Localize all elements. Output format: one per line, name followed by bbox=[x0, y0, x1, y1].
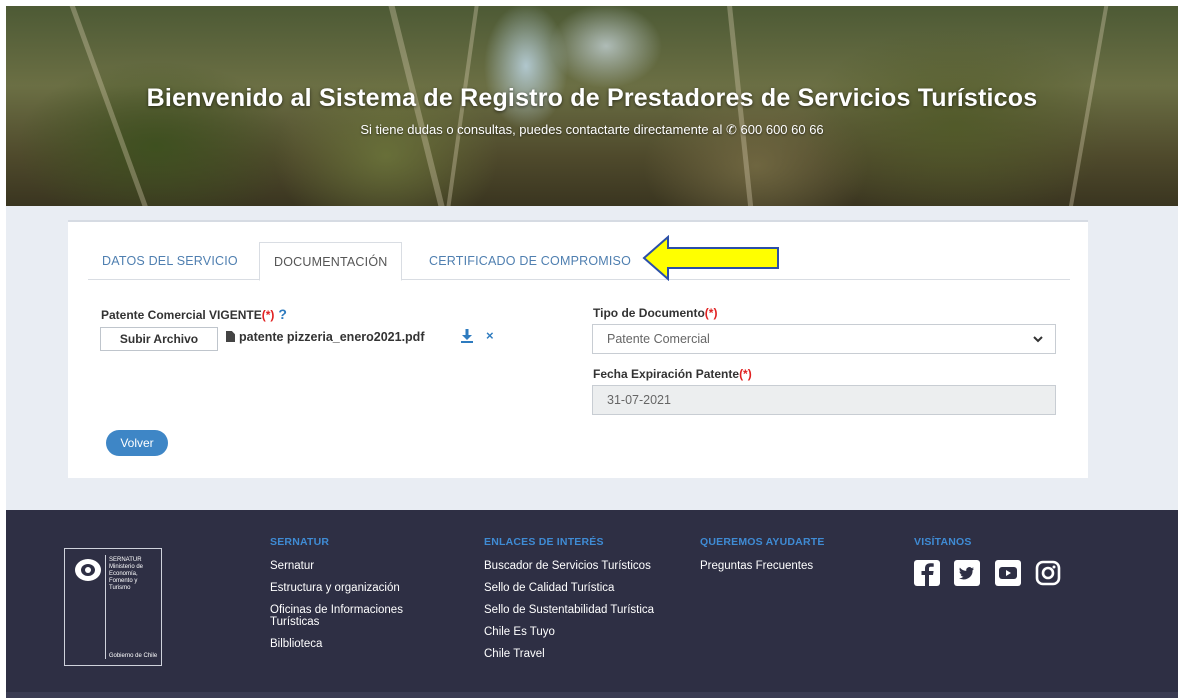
footer-link[interactable]: Bilblioteca bbox=[270, 638, 460, 650]
social-icons bbox=[914, 560, 1114, 591]
footer-link[interactable]: Chile Travel bbox=[484, 648, 684, 660]
required-mark: (*) bbox=[704, 306, 718, 320]
remove-file-icon[interactable]: × bbox=[486, 328, 494, 343]
patente-label: Patente Comercial VIGENTE(*)? bbox=[101, 306, 287, 322]
download-icon[interactable] bbox=[461, 329, 473, 343]
required-mark: (*) bbox=[261, 308, 275, 322]
chevron-down-icon bbox=[1033, 336, 1043, 343]
instagram-icon[interactable] bbox=[1035, 560, 1061, 586]
required-mark: (*) bbox=[739, 367, 752, 381]
facebook-icon[interactable] bbox=[914, 560, 940, 586]
sernatur-logo[interactable]: SERNATUR Ministerio de Economía, Fomento… bbox=[64, 548, 162, 666]
tipo-documento-select[interactable]: Patente Comercial bbox=[592, 324, 1056, 354]
footer-link[interactable]: Chile Es Tuyo bbox=[484, 626, 684, 638]
fecha-expiracion-value: 31-07-2021 bbox=[607, 393, 671, 407]
footer-heading: ENLACES DE INTERÉS bbox=[484, 536, 604, 548]
footer-heading: VISÍTANOS bbox=[914, 536, 972, 548]
footer-link[interactable]: Preguntas Frecuentes bbox=[700, 560, 880, 572]
footer-col-enlaces: ENLACES DE INTERÉS Buscador de Servicios… bbox=[484, 536, 684, 670]
footer: SERNATUR Ministerio de Economía, Fomento… bbox=[6, 510, 1178, 698]
fecha-expiracion-label-text: Fecha Expiración Patente bbox=[593, 367, 740, 381]
fecha-expiracion-label: Fecha Expiración Patente(*) bbox=[593, 367, 752, 381]
tab-certificado-de-compromiso[interactable]: CERTIFICADO DE COMPROMISO bbox=[415, 242, 645, 280]
logo-brand-line: Economía, Fomento y bbox=[109, 571, 138, 584]
tab-bar: DATOS DEL SERVICIO DOCUMENTACIÓN CERTIFI… bbox=[88, 242, 1070, 281]
upload-file-button[interactable]: Subir Archivo bbox=[100, 327, 218, 351]
chile-crest-icon bbox=[75, 559, 101, 581]
footer-heading: SERNATUR bbox=[270, 536, 330, 548]
file-name[interactable]: patente pizzeria_enero2021.pdf bbox=[239, 330, 424, 344]
hero-subtitle-text: Si tiene dudas o consultas, puedes conta… bbox=[360, 122, 723, 137]
footer-link[interactable]: Buscador de Servicios Turísticos bbox=[484, 560, 684, 572]
footer-col-sernatur: SERNATUR Sernatur Estructura y organizac… bbox=[270, 536, 460, 660]
help-icon[interactable]: ? bbox=[278, 306, 287, 322]
fecha-expiracion-field[interactable]: 31-07-2021 bbox=[592, 385, 1056, 415]
hero-banner: Bienvenido al Sistema de Registro de Pre… bbox=[6, 6, 1178, 206]
footer-link[interactable]: Sello de Sustentabilidad Turística bbox=[484, 604, 684, 616]
phone-icon: ✆ bbox=[726, 122, 737, 137]
logo-brand-line: SERNATUR bbox=[109, 557, 142, 563]
tab-documentacion[interactable]: DOCUMENTACIÓN bbox=[259, 242, 403, 281]
tipo-documento-value: Patente Comercial bbox=[607, 332, 710, 346]
logo-brand: SERNATUR Ministerio de Economía, Fomento… bbox=[109, 557, 161, 592]
file-icon bbox=[226, 331, 235, 342]
volver-button[interactable]: Volver bbox=[106, 430, 168, 456]
youtube-icon[interactable] bbox=[994, 560, 1021, 586]
uploaded-file[interactable]: patente pizzeria_enero2021.pdf bbox=[226, 330, 424, 344]
footer-link[interactable]: Sello de Calidad Turística bbox=[484, 582, 684, 594]
tab-datos-del-servicio[interactable]: DATOS DEL SERVICIO bbox=[88, 242, 252, 280]
footer-bottom-bar bbox=[6, 692, 1178, 698]
logo-brand-line: Turismo bbox=[109, 585, 131, 591]
footer-link[interactable]: Estructura y organización bbox=[270, 582, 460, 594]
footer-link[interactable]: Oficinas de Informaciones Turísticas bbox=[270, 604, 430, 628]
footer-col-ayuda: QUEREMOS AYUDARTE Preguntas Frecuentes bbox=[700, 536, 880, 582]
footer-col-visitanos: VISÍTANOS bbox=[914, 536, 1114, 591]
hero-phone: 600 600 60 66 bbox=[740, 122, 824, 137]
logo-brand-line: Ministerio de bbox=[109, 564, 144, 570]
logo-gobierno: Gobierno de Chile bbox=[108, 653, 158, 659]
footer-heading: QUEREMOS AYUDARTE bbox=[700, 536, 825, 548]
twitter-icon[interactable] bbox=[954, 560, 981, 586]
footer-link[interactable]: Sernatur bbox=[270, 560, 460, 572]
logo-divider bbox=[105, 555, 106, 659]
annotation-arrow bbox=[642, 235, 779, 281]
hero-title: Bienvenido al Sistema de Registro de Pre… bbox=[146, 84, 1038, 112]
tipo-documento-label-text: Tipo de Documento bbox=[593, 306, 705, 320]
hero-subtitle: Si tiene dudas o consultas, puedes conta… bbox=[6, 122, 1178, 138]
patente-label-text: Patente Comercial VIGENTE bbox=[101, 308, 262, 322]
tipo-documento-label: Tipo de Documento(*) bbox=[593, 306, 717, 320]
